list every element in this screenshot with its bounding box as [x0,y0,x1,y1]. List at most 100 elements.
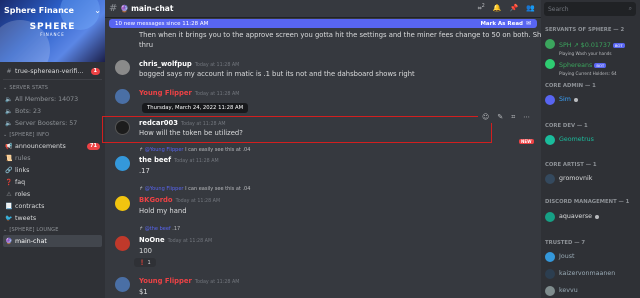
stats-boosters[interactable]: 🔈 Server Boosters: 57 [0,117,105,129]
channel-sidebar: Sphere Finance ⌄ SPHERE FINANCE # true-sp… [0,0,105,298]
stats-bots[interactable]: 🔈 Bots: 23 [0,105,105,117]
exclamation-icon: ❗ [139,259,146,266]
message-text: How will the token be utilized? [139,129,243,137]
avatar[interactable] [115,89,130,104]
chevron-down-icon[interactable]: ⌄ [94,6,101,15]
channel-main-chat[interactable]: 🔮 main-chat [3,235,102,247]
avatar[interactable] [115,120,130,135]
thread-icon[interactable]: ⌗ [511,113,515,122]
avatar [545,285,555,296]
role-category: TRUSTED — 7 [545,240,586,246]
edit-icon[interactable]: ✎ [497,113,503,121]
search-input[interactable]: Search ⌕ [544,2,636,16]
bot-badge: BOT [612,42,625,48]
members-icon[interactable]: 👥 [526,4,535,12]
message-author[interactable]: NoOne Today at 11:28 AM [139,236,212,244]
channel-roles[interactable]: ⚠ roles [0,188,105,200]
pin-icon[interactable]: 📌 [510,4,519,12]
new-messages-bar[interactable]: 10 new messages since 11:28 AM Mark As R… [109,19,537,28]
member-item[interactable]: Sphereans BOT Playing Current Holders: 64 [545,56,617,76]
avatar[interactable] [115,196,130,211]
message-author[interactable]: chris_wolfpup Today at 11:28 AM [139,60,239,68]
voice-channel-icon: 🔈 [5,95,13,103]
server-name[interactable]: Sphere Finance [4,6,74,15]
timestamp-tooltip: Thursday, March 24, 2022 11:28 AM [142,103,249,113]
reply-reference[interactable]: ↱ @Young Flipper I can easily see this a… [139,186,250,192]
threads-icon[interactable]: ⌗2 [478,3,485,13]
avatar[interactable] [115,60,130,75]
message-text: 100 [139,247,152,255]
voice-channel-icon: 🔈 [5,107,13,115]
message-text: $1 [139,288,148,296]
server-logo: SPHERE FINANCE [29,22,76,37]
role-category: CORE ADMIN — 1 [545,83,596,89]
channel-faq[interactable]: ❓ faq [0,176,105,188]
mention-badge: 1 [90,67,100,75]
message-author[interactable]: BKGordo Today at 11:28 AM [139,196,220,204]
member-item[interactable]: Sim [545,92,578,107]
search-icon: ⌕ [628,5,632,12]
member-item[interactable]: Joust [545,249,574,264]
channel-true-spherean[interactable]: # true-spherean-verifi... 1 [0,65,105,77]
more-icon[interactable]: ⋯ [523,113,530,121]
scroll-icon: 📜 [5,154,13,162]
message-text: .17 [139,167,150,175]
message-author[interactable]: the beef Today at 11:28 AM [139,156,219,164]
message-text: thru [139,41,154,49]
category-sphere-lounge[interactable]: ⌄ [SPHERE] LOUNGE [0,224,105,235]
role-category: DISCORD MANAGEMENT — 1 [545,199,630,205]
mark-as-read-button[interactable]: Mark As Read [480,21,523,27]
avatar [545,38,555,49]
member-list: Search ⌕ SERVANTS OF SPHERE — 2 SPH ↗ $0… [541,0,640,298]
member-item[interactable]: SPH ↗ $0.01737 BOT Playing Wash your hands [545,36,625,56]
reply-reference[interactable]: ↱ @Young Flipper I can easily see this a… [139,147,250,153]
message-author[interactable]: Young Flipper Today at 11:28 AM [139,277,239,285]
avatar [545,58,555,69]
avatar [545,211,555,222]
avatar [545,94,555,105]
crystal-ball-icon: 🔮 [5,237,13,245]
channel-title: main-chat [131,4,174,13]
member-item[interactable]: gromovnik [545,171,592,186]
stats-all-members[interactable]: 🔈 All Members: 14073 [0,93,105,105]
member-item[interactable]: Geometrus [545,132,594,147]
chevron-down-icon: ⌄ [3,226,8,233]
reaction[interactable]: ❗ 1 [134,258,156,267]
role-category: CORE DEV — 1 [545,123,588,129]
discord-app: Sphere Finance ⌄ SPHERE FINANCE # true-sp… [0,0,640,298]
crystal-ball-icon: 🔮 [120,4,130,13]
category-sphere-info[interactable]: ⌄ [SPHERE] INFO [0,129,105,140]
avatar[interactable] [115,156,130,171]
mark-read-icon[interactable]: ✉ [526,20,531,27]
channel-tweets[interactable]: 🐦 tweets [0,212,105,224]
category-server-stats[interactable]: ⌄ SERVER STATS [0,82,105,93]
message-text: Hold my hand [139,207,187,215]
question-icon: ❓ [5,178,13,186]
voice-channel-icon: 🔈 [5,119,13,127]
status-icon [573,97,578,102]
avatar [545,173,555,184]
channel-rules[interactable]: 📜 rules [0,152,105,164]
message-text: bogged says my account in matic is .1 bu… [139,70,415,78]
reply-reference[interactable]: ↱ @the beef .17 [139,226,180,232]
server-banner[interactable]: Sphere Finance ⌄ SPHERE FINANCE [0,0,105,62]
bell-icon[interactable]: 🔔 [493,4,502,12]
member-item[interactable]: aquaverse [545,209,600,224]
channel-contracts[interactable]: 📃 contracts [0,200,105,212]
member-item[interactable]: kaizervonmaanen [545,266,615,281]
message-author[interactable]: Young Flipper Today at 11:28 AM [139,89,239,97]
message-list: Then when it brings you to the approve s… [105,29,541,298]
add-reaction-icon[interactable]: ☺ [482,113,489,121]
avatar [545,268,555,279]
avatar[interactable] [115,277,130,292]
mention-badge: 71 [87,142,100,150]
chevron-down-icon: ⌄ [3,131,8,138]
channel-announcements[interactable]: 📢 announcements 71 [0,140,105,152]
channel-links[interactable]: 🔗 links [0,164,105,176]
member-item[interactable]: kevvu [545,283,578,298]
bot-badge: BOT [594,62,607,68]
avatar [545,134,555,145]
megaphone-icon: 📢 [5,142,13,150]
avatar[interactable] [115,236,130,251]
message-author[interactable]: redcar003 Today at 11:28 AM [139,119,226,127]
